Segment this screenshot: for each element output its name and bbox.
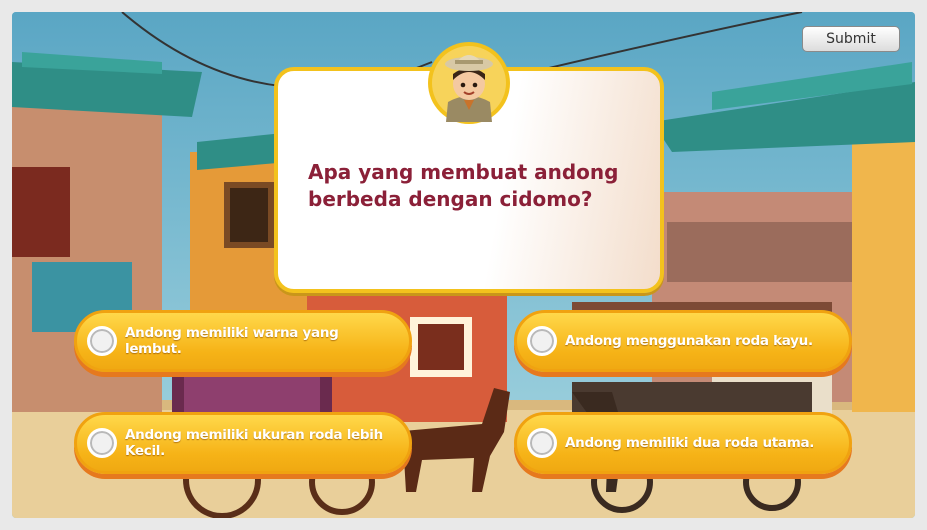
answer-option-2[interactable]: Andong menggunakan roda kayu. bbox=[514, 310, 852, 372]
radio-button[interactable] bbox=[87, 428, 117, 458]
answer-label: Andong memiliki dua roda utama. bbox=[565, 435, 815, 451]
answer-label: Andong menggunakan roda kayu. bbox=[565, 333, 813, 349]
radio-button[interactable] bbox=[527, 326, 557, 356]
submit-button[interactable]: Submit bbox=[802, 26, 900, 52]
answer-option-3[interactable]: Andong memiliki ukuran roda lebih Kecil. bbox=[74, 412, 412, 474]
explorer-avatar-icon bbox=[428, 42, 510, 124]
answer-label: Andong memiliki ukuran roda lebih Kecil. bbox=[125, 427, 383, 459]
quiz-stage: Submit Apa yang membuat andong berbeda d… bbox=[12, 12, 915, 518]
answer-option-4[interactable]: Andong memiliki dua roda utama. bbox=[514, 412, 852, 474]
radio-button[interactable] bbox=[527, 428, 557, 458]
answer-option-1[interactable]: Andong memiliki warna yang lembut. bbox=[74, 310, 412, 372]
radio-button[interactable] bbox=[87, 326, 117, 356]
answer-label: Andong memiliki warna yang lembut. bbox=[125, 325, 339, 357]
question-text: Apa yang membuat andong berbeda dengan c… bbox=[308, 160, 619, 211]
